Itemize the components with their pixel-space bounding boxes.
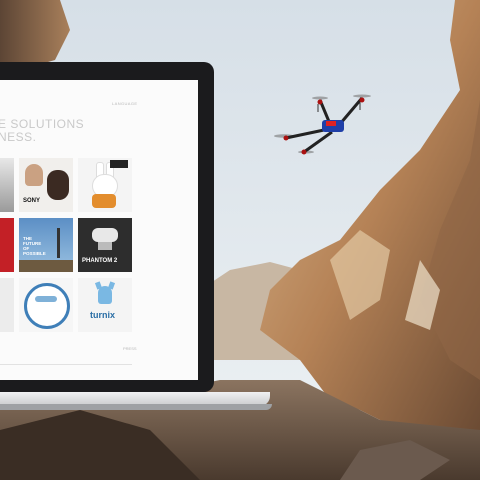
laptop-base-edge [0,404,272,410]
footer-divider [0,364,132,365]
website-footer-label[interactable]: PRESS [123,346,137,351]
grey-tile[interactable] [0,278,14,332]
turnix-tile[interactable]: turnix [78,278,132,332]
future-caption: THE FUTURE OF POSSIBLE [23,236,46,256]
sony-tile[interactable]: SONY [19,158,73,212]
quadcopter-drone [274,94,371,155]
red-tile[interactable] [0,218,14,272]
miffy-tile[interactable] [78,158,132,212]
phantom-caption: PHANTOM 2 [82,258,118,264]
website-hero-text: E SOLUTIONS NESS. [0,117,85,144]
website-nav-label[interactable]: LANGUAGE [112,101,137,106]
circle-logo-tile[interactable] [19,278,73,332]
sony-logo-text: SONY [23,198,41,204]
vehicle-tile[interactable] [0,158,14,212]
future-tile[interactable]: THE FUTURE OF POSSIBLE [19,218,73,272]
phantom-tile[interactable]: PHANTOM 2 [78,218,132,272]
turnix-caption: turnix [90,310,116,320]
